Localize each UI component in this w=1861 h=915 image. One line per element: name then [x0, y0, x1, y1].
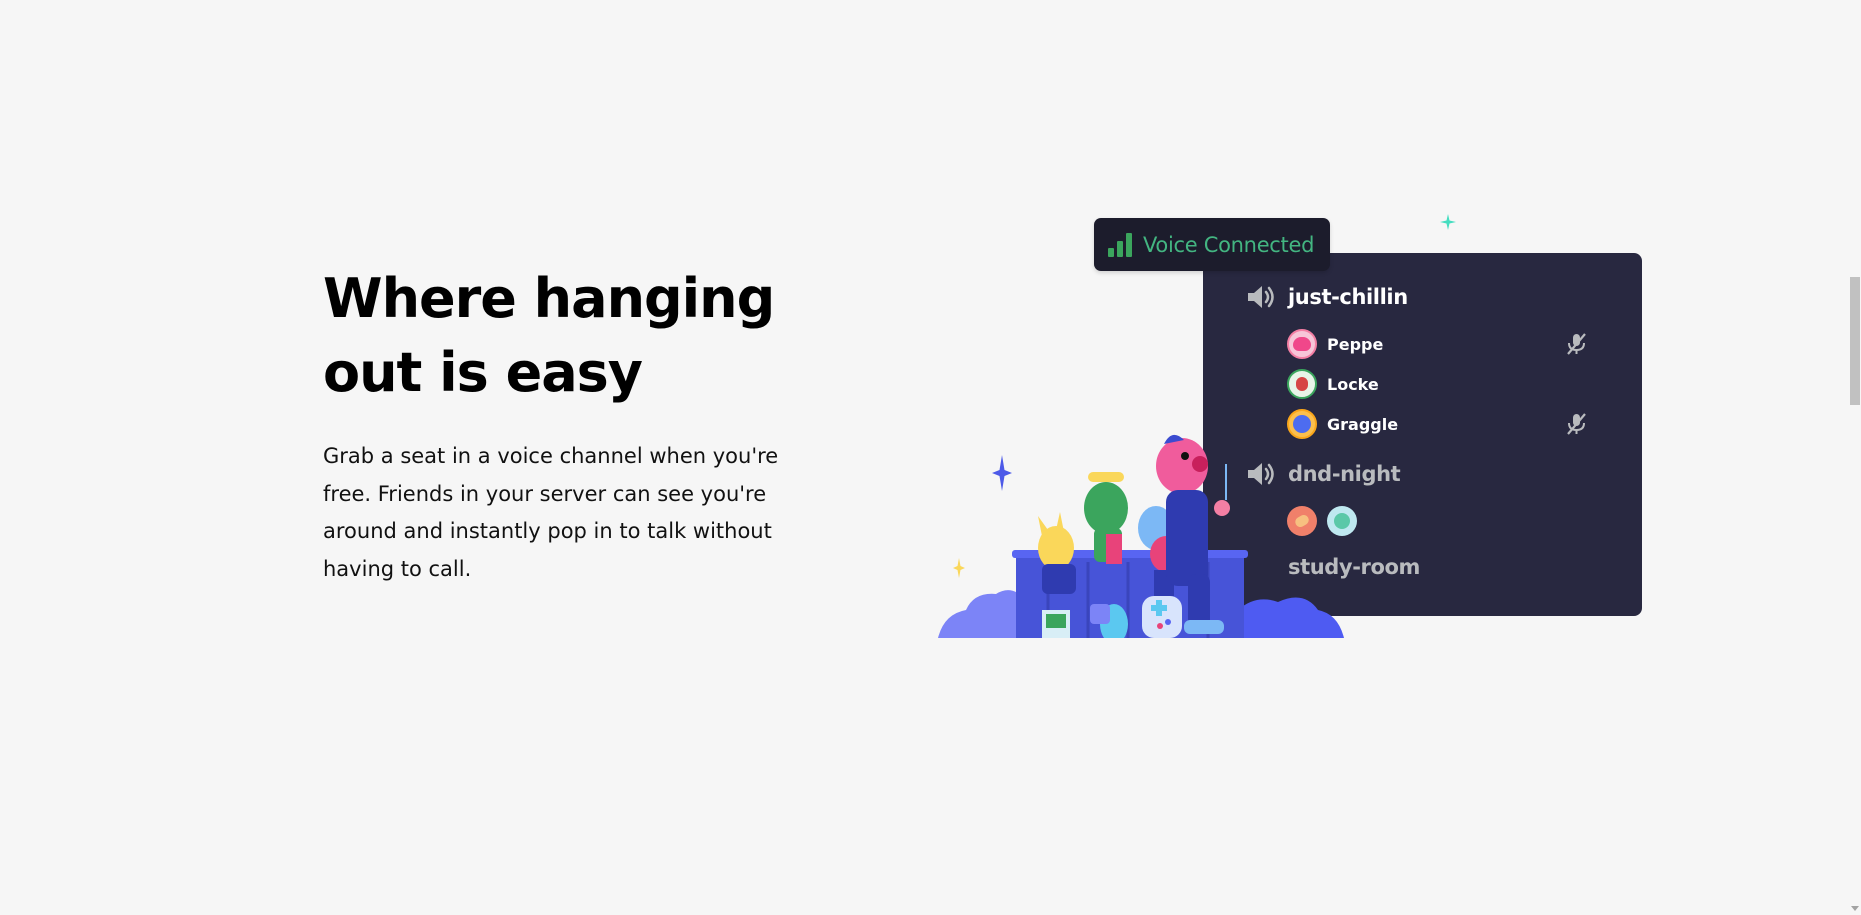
scrollbar[interactable] — [1849, 0, 1861, 915]
voice-channel-just-chillin[interactable]: just-chillin — [1246, 284, 1408, 310]
voice-connected-label: Voice Connected — [1143, 232, 1315, 257]
page: Where hanging out is easy Grab a seat in… — [0, 0, 1861, 915]
characters-illustration — [938, 434, 1344, 638]
user-name: Locke — [1327, 374, 1379, 394]
voice-user-peppe[interactable]: Peppe — [1287, 329, 1383, 359]
channel-name: just-chillin — [1288, 285, 1408, 309]
speaker-icon — [1248, 286, 1274, 308]
voice-user-locke[interactable]: Locke — [1287, 369, 1379, 399]
section-title: Where hanging out is easy — [323, 267, 775, 404]
mic-muted-icon — [1567, 413, 1586, 435]
signal-bars-icon — [1108, 232, 1132, 257]
user-name: Peppe — [1327, 334, 1384, 354]
mic-muted-icon — [1567, 333, 1586, 355]
sparkle-icon — [1440, 214, 1456, 230]
avatar — [1287, 369, 1317, 399]
avatar — [1287, 329, 1317, 359]
scrollbar-thumb[interactable] — [1850, 277, 1860, 405]
scroll-down-arrow-icon[interactable] — [1851, 906, 1859, 911]
section-description: Grab a seat in a voice channel when you'… — [323, 444, 779, 581]
voice-connected-badge: Voice Connected — [1094, 218, 1330, 271]
